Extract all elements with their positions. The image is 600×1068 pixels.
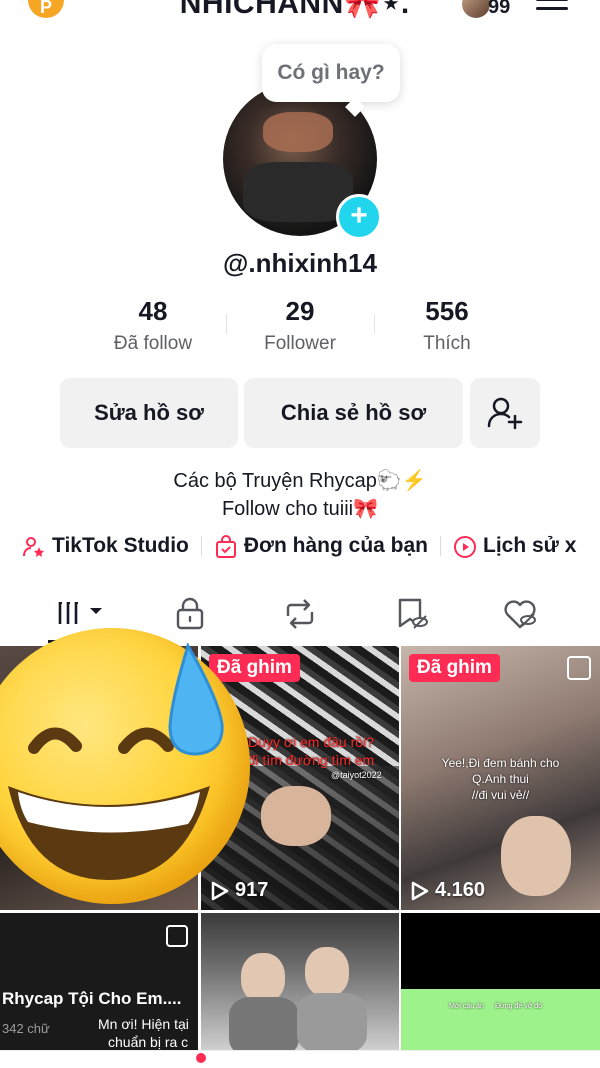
add-story-button[interactable]: + [336, 194, 382, 240]
stat-following[interactable]: 48 Đã follow [78, 296, 228, 355]
lock-icon [176, 597, 204, 630]
tab-liked[interactable] [490, 596, 550, 632]
add-user-icon [487, 397, 523, 430]
add-friend-button[interactable] [470, 378, 540, 448]
stat-label: Đã follow [113, 333, 193, 354]
stat-value: 556 [425, 296, 469, 326]
multi-photo-icon [567, 656, 591, 680]
video-caption: Mn ơi! Hiện tại [98, 1016, 189, 1032]
orders-link[interactable]: Đơn hàng của bạn [214, 534, 428, 558]
sweat-smile-emoji-icon [0, 628, 250, 904]
view-count-value: 4.160 [435, 879, 486, 901]
bottom-navigation [0, 1050, 600, 1068]
profile-links-row: TikTok Studio Đơn hàng của bạn Lịch sử x [22, 534, 576, 559]
tab-private[interactable] [160, 596, 220, 632]
watch-history-link[interactable]: Lịch sử x [453, 534, 576, 558]
link-label: Đơn hàng của bạn [243, 534, 428, 558]
share-profile-button[interactable]: Chia sẻ hồ sơ [244, 378, 463, 448]
video-caption: //đi vui vẻ// [471, 788, 530, 802]
stat-value: 48 [138, 296, 168, 326]
video-caption: Yee!,Đi đem bánh cho [441, 756, 560, 770]
person-star-icon [22, 535, 46, 559]
multi-photo-icon [166, 925, 188, 947]
tab-favorites[interactable] [382, 596, 442, 632]
pinned-badge: Đã ghim [409, 654, 500, 682]
video-caption: Đừng để vỡ đó [495, 1003, 543, 1010]
bio-line: Follow cho tuiii🎀 [221, 498, 379, 520]
video-caption: Mời cậu ăn [449, 1003, 484, 1010]
video-thumbnail[interactable]: Đã ghim Yee!,Đi đem bánh cho Q.Anh thui … [401, 646, 600, 910]
video-subtitle: 342 chữ [2, 1021, 50, 1036]
menu-icon[interactable] [536, 0, 568, 14]
notification-count: 99 [488, 0, 511, 18]
video-caption: chuẩn bị ra c [108, 1034, 189, 1050]
edit-profile-button[interactable]: Sửa hồ sơ [60, 378, 238, 448]
username: @.nhixinh14 [223, 248, 377, 278]
video-thumbnail[interactable] [201, 913, 399, 1050]
bookmark-eye-icon [398, 598, 428, 629]
stat-value: 29 [285, 296, 315, 326]
bio-line: Các bộ Truyện Rhycap🐑⚡ [173, 470, 427, 492]
play-icon [411, 881, 429, 900]
video-caption: Q.Anh thui [472, 772, 529, 786]
stat-likes[interactable]: 556 Thích [372, 296, 522, 355]
notification-dot [196, 1053, 206, 1063]
link-label: TikTok Studio [52, 534, 189, 558]
tiktok-studio-link[interactable]: TikTok Studio [22, 534, 189, 558]
grid-icon [58, 602, 102, 624]
video-credit: @taiyot2022 [331, 770, 382, 780]
play-circle-icon [453, 535, 477, 559]
video-title: Rhycap Tội Cho Em.... [2, 989, 182, 1008]
shopping-bag-icon [214, 534, 238, 559]
stat-label: Follower [264, 333, 336, 354]
tab-reposts[interactable] [270, 596, 330, 632]
tab-videos[interactable] [52, 596, 112, 632]
status-bubble[interactable]: Có gì hay? [262, 44, 400, 102]
repost-icon [286, 599, 314, 629]
link-label: Lịch sử x [483, 534, 577, 558]
stat-label: Thích [423, 333, 471, 354]
video-thumbnail[interactable]: Mời cậu ăn Đừng để vỡ đó [401, 913, 600, 1050]
view-count: 4.160 [411, 879, 485, 902]
stat-followers[interactable]: 29 Follower [225, 296, 375, 355]
heart-hidden-icon [504, 600, 536, 629]
